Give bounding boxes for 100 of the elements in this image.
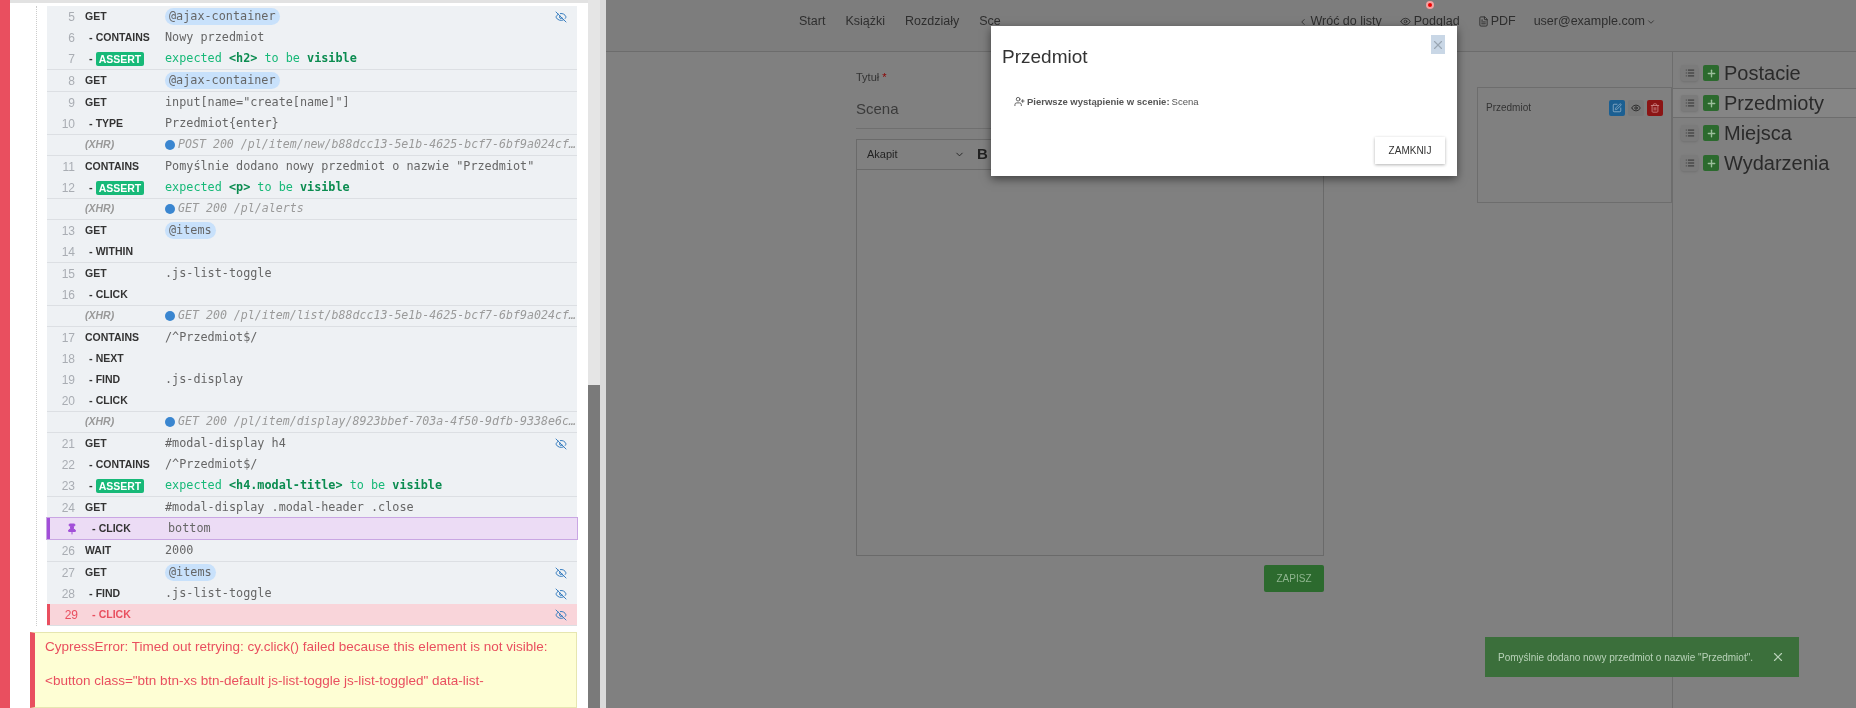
- list-button[interactable]: [1681, 155, 1698, 171]
- list-button[interactable]: [1681, 125, 1698, 141]
- list-icon: [1684, 98, 1695, 108]
- command-row[interactable]: 9 GET input[name="create[name]"]: [47, 92, 577, 113]
- line-number: 20: [61, 392, 75, 410]
- list-button[interactable]: [1681, 95, 1698, 111]
- line-number: 5: [68, 8, 75, 26]
- command-row[interactable]: 6 - CONTAINS Nowy przedmiot: [47, 27, 577, 48]
- plus-icon: [1705, 157, 1717, 169]
- paragraph-style-select[interactable]: Akapit: [867, 146, 965, 163]
- child-dash: -: [89, 393, 93, 409]
- line-number: 12: [61, 179, 75, 197]
- add-button[interactable]: [1703, 125, 1719, 141]
- command-message: 2000: [165, 541, 194, 559]
- command-row[interactable]: 27 GET @items: [47, 562, 577, 583]
- child-dash: -: [89, 586, 93, 602]
- command-name: (XHR): [85, 308, 116, 324]
- line-number: 27: [61, 564, 75, 582]
- command-name: (XHR): [85, 414, 116, 430]
- command-name: CONTAINS: [95, 29, 150, 45]
- line-number: 18: [61, 350, 75, 368]
- command-row[interactable]: 23 - ASSERT expected <h4.modal-title> to be visible: [47, 475, 577, 496]
- trash-icon: [1650, 103, 1660, 113]
- command-row[interactable]: - CLICK bottom: [47, 518, 577, 539]
- command-message: bottom: [168, 519, 211, 537]
- assert-badge: ASSERT: [95, 51, 145, 66]
- command-name: (XHR): [85, 137, 116, 153]
- sidebar-label: Miejsca: [1724, 121, 1792, 146]
- eye-icon: [1631, 103, 1641, 113]
- child-dash: -: [89, 244, 93, 260]
- command-name: CONTAINS: [85, 329, 140, 345]
- line-number: 23: [61, 477, 75, 495]
- bold-button[interactable]: B: [977, 143, 988, 166]
- alias-tag: @ajax-container: [165, 72, 280, 89]
- close-modal-button[interactable]: ZAMKNIJ: [1375, 137, 1445, 164]
- command-row[interactable]: 11 CONTAINS Pomyślnie dodano nowy przedmiot o nazwie "Przedmiot": [47, 156, 577, 177]
- add-button[interactable]: [1703, 65, 1719, 81]
- command-name: CONTAINS: [95, 456, 150, 472]
- command-row[interactable]: 13 GET @items: [47, 220, 577, 241]
- close-icon[interactable]: [1771, 650, 1785, 664]
- command-name: CLICK: [95, 392, 128, 408]
- command-row[interactable]: 19 - FIND .js-display: [47, 369, 577, 390]
- view-button[interactable]: [1628, 100, 1644, 116]
- error-message: CypressError: Timed out retrying: cy.click() failed because this element is not visible: <button class="btn btn-xs btn-default js-list-toggle js-list-toggled" data-list-: [30, 632, 577, 708]
- command-name: CLICK: [98, 606, 131, 622]
- command-message: #modal-display h4: [165, 434, 286, 452]
- child-dash: -: [89, 372, 93, 388]
- command-row[interactable]: 12 - ASSERT expected <p> to be visible: [47, 177, 577, 198]
- alias-tag: @items: [165, 222, 216, 239]
- command-row[interactable]: 5 GET @ajax-container: [47, 6, 577, 27]
- list-button[interactable]: [1681, 65, 1698, 81]
- line-number: 8: [68, 72, 75, 90]
- modal-value: Scena: [1171, 94, 1199, 109]
- command-row[interactable]: 17 CONTAINS /^Przedmiot$/: [47, 327, 577, 348]
- edit-button[interactable]: [1609, 100, 1625, 116]
- delete-button[interactable]: [1647, 100, 1663, 116]
- close-button[interactable]: [1431, 35, 1445, 54]
- command-row[interactable]: 28 - FIND .js-list-toggle: [47, 583, 577, 604]
- assert-badge: ASSERT: [95, 478, 145, 493]
- command-row[interactable]: 18 - NEXT: [47, 348, 577, 369]
- command-row[interactable]: 7 - ASSERT expected <h2> to be visible: [47, 48, 577, 69]
- sidebar-label: Postacie: [1724, 61, 1801, 86]
- command-row[interactable]: 10 - TYPE Przedmiot{enter}: [47, 113, 577, 134]
- child-dash: -: [89, 287, 93, 303]
- line-number: 7: [68, 50, 75, 68]
- command-row[interactable]: 22 - CONTAINS /^Przedmiot$/: [47, 454, 577, 475]
- command-row[interactable]: 26 WAIT 2000: [47, 540, 577, 561]
- command-row[interactable]: 15 GET .js-list-toggle: [47, 263, 577, 284]
- sidebar-item[interactable]: Postacie: [1673, 58, 1856, 88]
- scrollbar-thumb[interactable]: [588, 385, 600, 708]
- command-name: GET: [85, 222, 107, 238]
- sidebar-item[interactable]: Przedmioty: [1673, 88, 1856, 118]
- sidebar-item[interactable]: Wydarzenia: [1673, 148, 1856, 178]
- command-name: GET: [85, 94, 107, 110]
- add-button[interactable]: [1703, 95, 1719, 111]
- add-button[interactable]: [1703, 155, 1719, 171]
- command-name: GET: [85, 8, 107, 24]
- command-message: input[name="create[name]"]: [165, 93, 350, 111]
- toast-message: Pomyślnie dodano nowy przedmiot o nazwie "Przedmiot".: [1498, 650, 1753, 665]
- line-number: 9: [68, 94, 75, 112]
- command-row[interactable]: 16 - CLICK: [47, 284, 577, 305]
- plus-icon: [1705, 127, 1717, 139]
- sidebar-item[interactable]: Miejsca: [1673, 118, 1856, 148]
- line-number: 21: [61, 435, 75, 453]
- alias-tag: @items: [165, 564, 216, 581]
- item-name: Przedmiot: [1486, 101, 1531, 115]
- child-dash: -: [89, 180, 93, 196]
- command-row[interactable]: 20 - CLICK: [47, 390, 577, 411]
- line-number: 24: [61, 499, 75, 517]
- command-name: GET: [85, 435, 107, 451]
- command-row[interactable]: 14 - WITHIN: [47, 241, 577, 262]
- line-number: 26: [61, 542, 75, 560]
- command-row[interactable]: 8 GET @ajax-container: [47, 70, 577, 91]
- command-name: FIND: [95, 585, 121, 601]
- command-row[interactable]: 24 GET #modal-display .modal-header .close: [47, 497, 577, 518]
- line-number: 11: [62, 158, 75, 176]
- field-label: Tytuł: [856, 71, 880, 83]
- user-plus-icon: [1014, 96, 1025, 108]
- command-row[interactable]: 21 GET #modal-display h4: [47, 433, 577, 454]
- command-name: WITHIN: [95, 243, 133, 259]
